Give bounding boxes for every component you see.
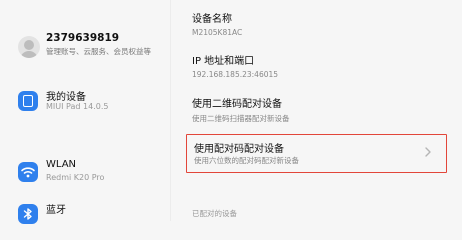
qr-pair-desc: 使用二维码扫描器配对新设备: [192, 114, 290, 123]
sidebar-item-label: 蓝牙: [46, 205, 66, 216]
sidebar-item-label: WLAN: [46, 159, 77, 170]
qr-pair-row[interactable]: 使用二维码配对设备 使用二维码扫描器配对新设备: [192, 95, 442, 124]
account-subtitle: 管理账号、云服务、会员权益等: [46, 47, 151, 56]
avatar: [18, 36, 40, 58]
wifi-icon: [18, 162, 38, 182]
sidebar-item-subtitle: MIUI Pad 14.0.5: [46, 102, 109, 111]
sidebar: 2379639819 管理账号、云服务、会员权益等 我的设备 MIUI Pad …: [0, 0, 170, 224]
chevron-right-icon: [420, 144, 436, 160]
code-pair-desc: 使用六位数的配对码配对新设备: [194, 156, 299, 165]
device-name-value: M2105K81AC: [192, 28, 243, 37]
paired-devices-header: 已配对的设备: [192, 209, 237, 218]
ip-row: IP 地址和端口 192.168.185.23:46015: [192, 52, 442, 79]
account-name: 2379639819: [46, 32, 120, 44]
bluetooth-icon: [18, 204, 38, 224]
sidebar-item-subtitle: Redmi K20 Pro: [46, 173, 105, 182]
ip-label: IP 地址和端口: [192, 56, 255, 67]
device-name-label: 设备名称: [192, 14, 232, 25]
sidebar-item-bluetooth[interactable]: 蓝牙: [14, 199, 164, 233]
divider: [170, 0, 171, 221]
device-icon: [18, 91, 38, 111]
sidebar-item-wlan[interactable]: WLAN Redmi K20 Pro: [14, 157, 164, 191]
account-entry[interactable]: 2379639819 管理账号、云服务、会员权益等: [14, 32, 164, 72]
device-name-row: 设备名称 M2105K81AC: [192, 10, 442, 37]
code-pair-label: 使用配对码配对设备: [194, 144, 284, 155]
sidebar-item-my-device[interactable]: 我的设备 MIUI Pad 14.0.5: [14, 86, 164, 120]
ip-value: 192.168.185.23:46015: [192, 70, 279, 79]
main-panel: 设备名称 M2105K81AC IP 地址和端口 192.168.185.23:…: [176, 0, 462, 221]
qr-pair-label: 使用二维码配对设备: [192, 99, 282, 110]
sidebar-item-label: 我的设备: [46, 92, 86, 103]
code-pair-row[interactable]: 使用配对码配对设备 使用六位数的配对码配对新设备: [186, 134, 447, 173]
